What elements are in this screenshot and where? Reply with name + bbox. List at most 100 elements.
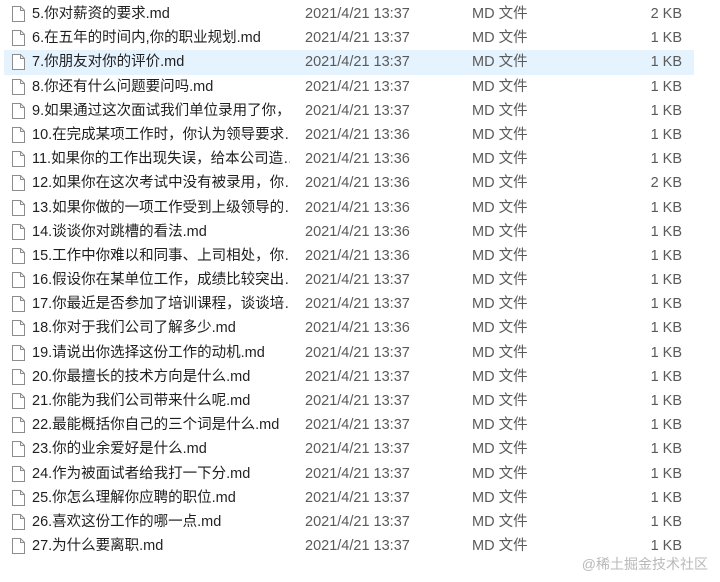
- file-type: MD 文件: [472, 272, 528, 289]
- file-date-modified: 2021/4/21 13:37: [305, 393, 410, 409]
- file-date-modified: 2021/4/21 13:37: [305, 6, 410, 22]
- file-size: 1 KB: [650, 320, 682, 337]
- file-icon: [12, 538, 25, 555]
- file-row[interactable]: 7.你朋友对你的评价.md 2021/4/21 13:37 MD 文件 1 KB: [4, 50, 694, 75]
- file-date-modified: 2021/4/21 13:37: [305, 102, 410, 119]
- file-icon: [12, 417, 25, 434]
- file-icon: [12, 513, 25, 530]
- file-name: 21.你能为我们公司带来什么呢.md: [32, 393, 251, 409]
- file-name: 27.为什么要离职.md: [32, 538, 164, 555]
- watermark: @稀土掘金技术社区: [581, 556, 708, 572]
- file-row[interactable]: 21.你能为我们公司带来什么呢.md 2021/4/21 13:37 MD 文件 1 …: [4, 389, 694, 413]
- file-name: 6.在五年的时间内,你的职业规划.md: [32, 30, 261, 47]
- file-name: 14.谈谈你对跳槽的看法.md: [32, 223, 207, 240]
- file-date-modified: 2021/4/21 13:36: [305, 175, 410, 192]
- file-size: 1 KB: [650, 417, 682, 434]
- file-row[interactable]: 15.工作中你难以和同事、上司相处，你… 2021/4/21 13:36 MD 文件…: [4, 244, 694, 268]
- file-row[interactable]: 12.如果你在这次考试中没有被录用，你… 2021/4/21 13:36 MD 文件…: [4, 171, 694, 195]
- file-size: 1 KB: [650, 272, 682, 289]
- file-date-modified: 2021/4/21 13:37: [305, 441, 410, 458]
- file-row[interactable]: 11.如果你的工作出现失误，给本公司造… 2021/4/21 13:36 MD 文件…: [4, 147, 694, 171]
- file-name: 10.在完成某项工作时，你认为领导要求…: [32, 126, 290, 143]
- file-type: MD 文件: [472, 393, 528, 409]
- file-name: 26.喜欢这份工作的哪一点.md: [32, 513, 222, 530]
- file-type: MD 文件: [472, 102, 528, 119]
- file-date-modified: 2021/4/21 13:36: [305, 247, 410, 264]
- file-row[interactable]: 10.在完成某项工作时，你认为领导要求… 2021/4/21 13:36 MD 文件…: [4, 123, 694, 147]
- file-size: 2 KB: [650, 6, 682, 22]
- file-size: 1 KB: [650, 441, 682, 458]
- file-type: MD 文件: [472, 78, 528, 95]
- file-row[interactable]: 20.你最擅长的技术方向是什么.md 2021/4/21 13:37 MD 文件 1 …: [4, 365, 694, 389]
- file-name: 17.你最近是否参加了培训课程，谈谈培…: [32, 296, 290, 313]
- file-name: 20.你最擅长的技术方向是什么.md: [32, 368, 251, 385]
- file-icon: [12, 151, 25, 168]
- file-size: 1 KB: [650, 30, 682, 47]
- file-size: 1 KB: [650, 368, 682, 385]
- file-type: MD 文件: [472, 151, 528, 168]
- file-name: 18.你对于我们公司了解多少.md: [32, 320, 236, 337]
- file-row[interactable]: 8.你还有什么问题要问吗.md 2021/4/21 13:37 MD 文件 1 KB: [4, 75, 694, 99]
- file-type: MD 文件: [472, 344, 528, 361]
- file-name: 12.如果你在这次考试中没有被录用，你…: [32, 175, 290, 192]
- file-size: 1 KB: [650, 151, 682, 168]
- file-type: MD 文件: [472, 6, 528, 22]
- file-name: 23.你的业余爱好是什么.md: [32, 441, 207, 458]
- file-row[interactable]: 24.作为被面试者给我打一下分.md 2021/4/21 13:37 MD 文件 1 …: [4, 462, 694, 486]
- file-type: MD 文件: [472, 441, 528, 458]
- file-name: 22.最能概括你自己的三个词是什么.md: [32, 417, 280, 434]
- file-date-modified: 2021/4/21 13:37: [305, 54, 410, 71]
- file-icon: [12, 465, 25, 482]
- file-row[interactable]: 17.你最近是否参加了培训课程，谈谈培… 2021/4/21 13:37 MD 文件…: [4, 292, 694, 316]
- file-row[interactable]: 23.你的业余爱好是什么.md 2021/4/21 13:37 MD 文件 1 KB: [4, 437, 694, 461]
- file-row[interactable]: 6.在五年的时间内,你的职业规划.md 2021/4/21 13:37 MD 文件 1…: [4, 26, 694, 50]
- file-type: MD 文件: [472, 538, 528, 555]
- file-row[interactable]: 13.如果你做的一项工作受到上级领导的… 2021/4/21 13:36 MD 文件…: [4, 196, 694, 220]
- file-icon: [12, 199, 25, 216]
- file-type: MD 文件: [472, 175, 528, 192]
- file-row[interactable]: 22.最能概括你自己的三个词是什么.md 2021/4/21 13:37 MD 文件…: [4, 413, 694, 437]
- file-date-modified: 2021/4/21 13:37: [305, 30, 410, 47]
- file-row[interactable]: 19.请说出你选择这份工作的动机.md 2021/4/21 13:37 MD 文件 1…: [4, 341, 694, 365]
- file-type: MD 文件: [472, 223, 528, 240]
- file-size: 1 KB: [650, 489, 682, 506]
- file-type: MD 文件: [472, 368, 528, 385]
- file-icon: [12, 441, 25, 458]
- file-row[interactable]: 26.喜欢这份工作的哪一点.md 2021/4/21 13:37 MD 文件 1 KB: [4, 510, 694, 534]
- file-row[interactable]: 18.你对于我们公司了解多少.md 2021/4/21 13:36 MD 文件 1 K…: [4, 316, 694, 340]
- file-size: 1 KB: [650, 199, 682, 216]
- file-type: MD 文件: [472, 296, 528, 313]
- file-date-modified: 2021/4/21 13:37: [305, 78, 410, 95]
- file-icon: [12, 223, 25, 240]
- file-type: MD 文件: [472, 513, 528, 530]
- file-name: 13.如果你做的一项工作受到上级领导的…: [32, 199, 290, 216]
- file-date-modified: 2021/4/21 13:37: [305, 272, 410, 289]
- file-row[interactable]: 16.假设你在某单位工作，成绩比较突出… 2021/4/21 13:37 MD 文件…: [4, 268, 694, 292]
- file-size: 1 KB: [650, 393, 682, 409]
- file-date-modified: 2021/4/21 13:37: [305, 489, 410, 506]
- file-size: 1 KB: [650, 102, 682, 119]
- file-icon: [12, 247, 25, 264]
- file-icon: [12, 30, 25, 47]
- file-row[interactable]: 14.谈谈你对跳槽的看法.md 2021/4/21 13:36 MD 文件 1 KB: [4, 220, 694, 244]
- file-icon: [12, 126, 25, 143]
- file-icon: [12, 296, 25, 313]
- file-name: 15.工作中你难以和同事、上司相处，你…: [32, 247, 290, 264]
- file-size: 1 KB: [650, 513, 682, 530]
- file-row[interactable]: 25.你怎么理解你应聘的职位.md 2021/4/21 13:37 MD 文件 1 K…: [4, 486, 694, 510]
- file-name: 19.请说出你选择这份工作的动机.md: [32, 344, 265, 361]
- file-date-modified: 2021/4/21 13:36: [305, 151, 410, 168]
- file-icon: [12, 344, 25, 361]
- file-size: 1 KB: [650, 223, 682, 240]
- file-name: 25.你怎么理解你应聘的职位.md: [32, 489, 236, 506]
- file-icon: [12, 393, 25, 409]
- file-name: 8.你还有什么问题要问吗.md: [32, 78, 214, 95]
- file-date-modified: 2021/4/21 13:36: [305, 223, 410, 240]
- file-row[interactable]: 5.你对薪资的要求.md 2021/4/21 13:37 MD 文件 2 KB: [4, 2, 694, 26]
- file-date-modified: 2021/4/21 13:37: [305, 368, 410, 385]
- file-size: 1 KB: [650, 126, 682, 143]
- file-row[interactable]: 9.如果通过这次面试我们单位录用了你，… 2021/4/21 13:37 MD 文件…: [4, 99, 694, 123]
- file-icon: [12, 54, 25, 71]
- file-icon: [12, 272, 25, 289]
- file-type: MD 文件: [472, 489, 528, 506]
